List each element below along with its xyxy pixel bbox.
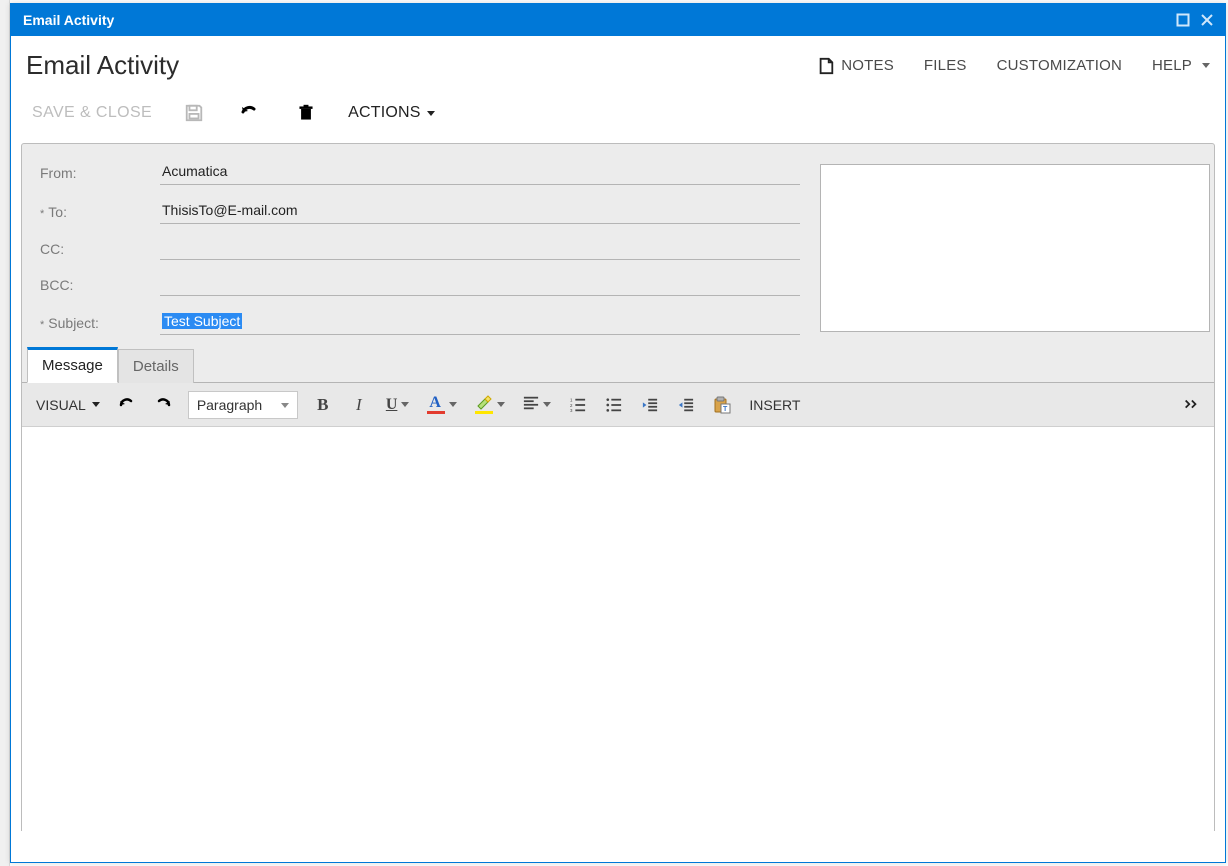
window-title: Email Activity (23, 12, 114, 28)
note-icon (817, 57, 835, 75)
ordered-list-button[interactable]: 1 2 3 (567, 394, 589, 416)
editor-redo-button[interactable] (152, 394, 174, 416)
align-icon (523, 395, 539, 414)
visual-label: VISUAL (36, 397, 86, 413)
chevron-down-icon (1202, 63, 1210, 68)
customization-label: CUSTOMIZATION (997, 57, 1122, 74)
svg-text:T: T (723, 406, 728, 413)
help-link[interactable]: HELP (1152, 57, 1210, 74)
save-close-button[interactable]: SAVE & CLOSE (32, 104, 152, 122)
right-links: NOTES FILES CUSTOMIZATION HELP (817, 57, 1210, 75)
paragraph-label: Paragraph (197, 397, 262, 413)
undo-button[interactable] (236, 99, 264, 127)
files-label: FILES (924, 57, 967, 74)
subject-field[interactable]: Test Subject (160, 310, 800, 335)
highlight-icon (475, 396, 493, 414)
form-panel: From: Acumatica To: ThisisTo@E-mail.com … (21, 143, 1215, 831)
files-link[interactable]: FILES (924, 57, 967, 74)
svg-text:2: 2 (570, 402, 573, 407)
chevron-down-icon (427, 111, 435, 116)
svg-text:3: 3 (570, 408, 573, 413)
cc-label: CC: (40, 241, 150, 257)
tabs-row: Message Details (22, 349, 1214, 383)
visual-mode-button[interactable]: VISUAL (34, 393, 102, 417)
bold-button[interactable]: B (312, 394, 334, 416)
form-grid: From: Acumatica To: ThisisTo@E-mail.com … (40, 160, 1196, 335)
insert-label: INSERT (749, 397, 800, 413)
italic-button[interactable]: I (348, 394, 370, 416)
editor-toolbar: VISUAL Paragraph (22, 383, 1214, 427)
page-title: Email Activity (26, 50, 179, 81)
chevron-down-icon (497, 402, 505, 407)
bcc-label: BCC: (40, 277, 150, 293)
svg-text:1: 1 (570, 397, 573, 402)
to-field[interactable]: ThisisTo@E-mail.com (160, 199, 800, 224)
editor-body[interactable] (22, 427, 1214, 855)
chevron-down-icon (281, 403, 289, 408)
from-label: From: (40, 165, 150, 181)
insert-menu[interactable]: INSERT (747, 393, 802, 417)
highlight-button[interactable] (473, 392, 507, 418)
chevron-down-icon (401, 402, 409, 407)
window-titlebar: Email Activity (11, 4, 1225, 36)
notes-link[interactable]: NOTES (817, 57, 894, 75)
main-toolbar: SAVE & CLOSE (26, 91, 1210, 143)
to-label: To: (40, 204, 150, 220)
cc-field[interactable] (160, 238, 800, 260)
background-panel (0, 0, 10, 866)
bcc-field[interactable] (160, 274, 800, 296)
underline-button[interactable]: U (384, 392, 412, 418)
from-field[interactable]: Acumatica (160, 160, 800, 185)
tab-details[interactable]: Details (118, 349, 194, 383)
bullet-list-button[interactable] (603, 394, 625, 416)
indent-button[interactable] (675, 394, 697, 416)
font-color-icon: A (427, 396, 445, 414)
paste-button[interactable]: T (711, 394, 733, 416)
page-header-row: Email Activity NOTES FILES CUSTOMIZATION (26, 36, 1210, 91)
email-activity-window: Email Activity Email Activity NOTES (10, 3, 1226, 863)
actions-menu[interactable]: ACTIONS (348, 104, 435, 122)
chevron-down-icon (543, 402, 551, 407)
page-top: Email Activity NOTES FILES CUSTOMIZATION (11, 36, 1225, 143)
actions-label: ACTIONS (348, 104, 421, 122)
save-button[interactable] (180, 99, 208, 127)
underline-icon: U (386, 396, 398, 414)
editor-undo-button[interactable] (116, 394, 138, 416)
help-label: HELP (1152, 57, 1192, 74)
window-content: Email Activity NOTES FILES CUSTOMIZATION (11, 36, 1225, 862)
subject-label: Subject: (40, 315, 150, 331)
window-controls (1175, 12, 1215, 28)
outdent-button[interactable] (639, 394, 661, 416)
preview-box (820, 164, 1210, 332)
align-button[interactable] (521, 391, 553, 418)
window-close-button[interactable] (1199, 12, 1215, 28)
paragraph-select[interactable]: Paragraph (188, 391, 298, 419)
customization-link[interactable]: CUSTOMIZATION (997, 57, 1122, 74)
window-maximize-button[interactable] (1175, 12, 1191, 28)
chevron-down-icon (92, 402, 100, 407)
delete-button[interactable] (292, 99, 320, 127)
font-color-button[interactable]: A (425, 392, 459, 418)
notes-label: NOTES (841, 57, 894, 74)
tab-message[interactable]: Message (27, 347, 118, 383)
chevron-down-icon (449, 402, 457, 407)
toolbar-overflow-button[interactable] (1180, 394, 1202, 416)
